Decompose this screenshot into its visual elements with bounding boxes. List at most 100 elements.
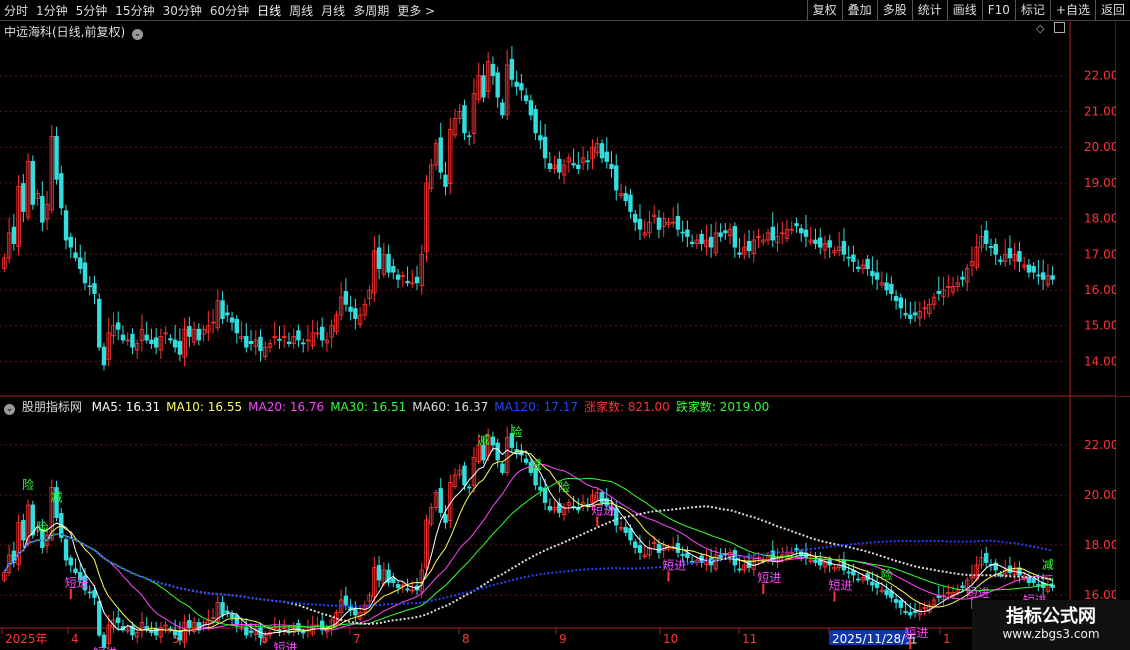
ma-legend-item: MA120: 17.17 <box>494 400 578 414</box>
candle-body <box>770 226 775 241</box>
candle-body <box>803 229 809 237</box>
price-tick-label: 19.00 <box>1084 176 1118 190</box>
candle-body <box>732 226 738 248</box>
chevron-down-icon[interactable]: ⌄ <box>132 29 144 40</box>
candle-body <box>168 338 173 341</box>
candle-body <box>300 342 306 345</box>
candle-body <box>438 488 443 513</box>
candle-body <box>723 230 728 234</box>
maximize-icon[interactable] <box>1053 22 1065 33</box>
indicator-name: 股朋指标网 <box>21 400 82 414</box>
candle-body <box>30 161 36 205</box>
candle-body <box>623 527 628 533</box>
candle-body <box>172 339 178 348</box>
price-tick-label: 22.00 <box>1084 69 1118 83</box>
candle-body <box>984 230 989 244</box>
candle-body <box>481 75 486 98</box>
signal-marker: 短进 <box>828 579 852 593</box>
candle-body <box>120 334 126 341</box>
candle-body <box>998 259 1003 262</box>
candle-body <box>908 314 913 319</box>
candle-body <box>343 291 349 305</box>
candle-body <box>63 210 69 241</box>
candle-body <box>737 568 742 571</box>
candle-body <box>1036 274 1041 277</box>
candle-body <box>528 100 534 116</box>
candle-body <box>116 617 121 623</box>
signal-marker: 短进 <box>273 641 297 650</box>
candle-body <box>248 341 254 344</box>
candle-body <box>576 164 581 169</box>
candle-body <box>893 599 899 603</box>
candle-body <box>73 252 78 259</box>
candle-body <box>874 582 880 588</box>
candle-body <box>443 514 448 523</box>
candle-body <box>443 174 448 187</box>
candle-body <box>865 258 870 269</box>
price-tick-label: 15.00 <box>1084 319 1118 333</box>
candle-body <box>244 627 249 636</box>
candle-body <box>827 240 832 248</box>
candle-body <box>685 229 690 237</box>
chevron-down-icon[interactable]: ⌄ <box>4 404 15 415</box>
panel-controls: ◇ <box>1036 22 1065 35</box>
candle-body <box>68 557 73 566</box>
candle-body <box>542 136 548 159</box>
candle-body <box>813 239 818 244</box>
candle-body <box>547 506 553 511</box>
candle-body <box>92 590 97 598</box>
candle-body <box>898 297 904 309</box>
x-axis-label: 2025年 <box>5 632 48 646</box>
candle-body <box>277 338 282 341</box>
candle-body <box>495 72 500 98</box>
candle-body <box>187 326 192 337</box>
candle-body <box>225 610 230 613</box>
candle-body <box>718 554 723 558</box>
ma-legend-item: MA5: 16.31 <box>91 400 161 414</box>
candle-body <box>248 630 254 633</box>
signal-marker: 减 <box>477 433 489 447</box>
signal-marker: 险 <box>22 477 34 492</box>
ma-legend-item: MA60: 16.37 <box>412 400 489 414</box>
candle-body <box>343 595 349 606</box>
candle-body <box>277 629 282 631</box>
signal-marker: 短进 <box>662 559 686 573</box>
signal-marker: 短进 <box>904 626 928 640</box>
candle-body <box>54 136 59 180</box>
candle-body <box>495 442 500 461</box>
diamond-icon[interactable]: ◇ <box>1036 22 1044 35</box>
candle-body <box>348 306 353 312</box>
candle-body <box>604 151 609 162</box>
candle-body <box>870 271 875 277</box>
candle-body <box>708 236 714 248</box>
price-tick-label: 14.00 <box>1084 354 1118 368</box>
indicator-tick-label: 22.00 <box>1084 438 1118 452</box>
candle-body <box>234 318 239 334</box>
candle-body <box>633 213 638 223</box>
candle-body <box>395 584 401 588</box>
candle-body <box>438 137 443 173</box>
candle-body <box>884 282 889 291</box>
signal-marker: 短进 <box>93 646 117 650</box>
price-candles <box>2 46 1055 371</box>
stock-chart[interactable]: 22.00 21.00 20.00 19.00 18.00 17.00 16.00 15.00… <box>0 0 1130 650</box>
candle-body <box>855 578 861 581</box>
candle-body <box>851 254 856 262</box>
candle-body <box>87 591 92 594</box>
candle-body <box>514 81 519 87</box>
main-panel-title[interactable]: 中远海科(日线,前复权) ⌄ <box>4 23 144 40</box>
candle-body <box>1036 584 1041 586</box>
candle-body <box>229 614 235 618</box>
candle-body <box>538 135 543 141</box>
candle-body <box>92 283 97 294</box>
ma-legend-item: MA30: 16.51 <box>330 400 407 414</box>
candle-body <box>130 333 135 348</box>
candle-body <box>462 465 467 486</box>
candle-body <box>893 296 899 302</box>
candle-body <box>609 163 614 169</box>
candle-body <box>490 63 496 77</box>
indicator-tick-label: 18.00 <box>1084 538 1118 552</box>
candle-body <box>1031 578 1036 583</box>
candle-body <box>557 158 562 173</box>
signal-marker: 短进 <box>591 504 615 518</box>
